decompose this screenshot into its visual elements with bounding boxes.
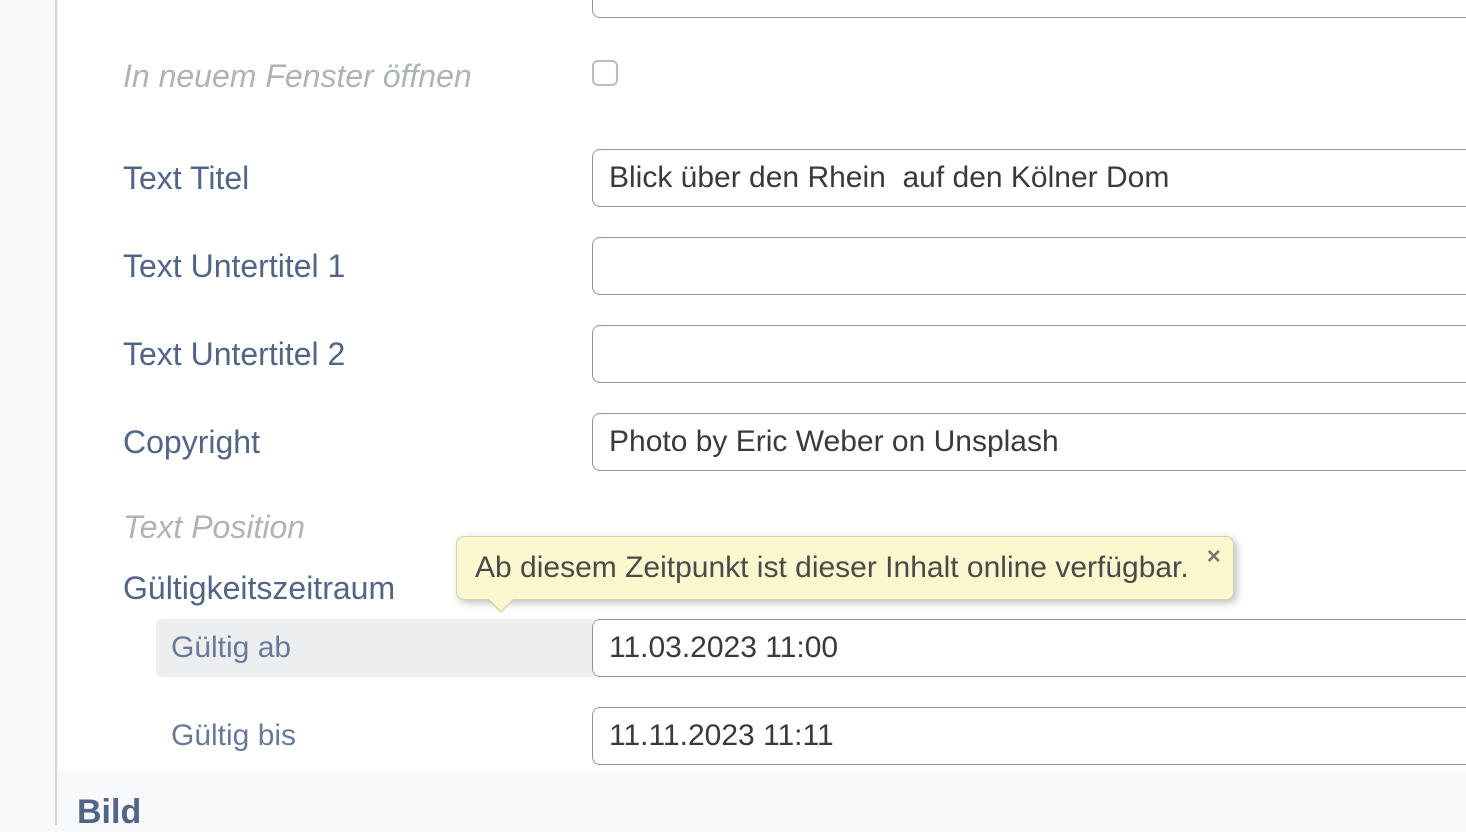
input-valid-from[interactable]: [592, 619, 1466, 677]
input-text-title[interactable]: [592, 149, 1466, 207]
checkbox-open-new-window[interactable]: [592, 60, 618, 86]
label-text-title: Text Titel: [58, 160, 592, 197]
row-copyright: Copyright: [58, 413, 1466, 471]
form-panel: In neuem Fenster öffnen Text Titel Text …: [58, 0, 1466, 770]
row-open-new-window: In neuem Fenster öffnen: [58, 58, 1466, 95]
label-text-subtitle2: Text Untertitel 2: [58, 336, 592, 373]
input-text-subtitle1[interactable]: [592, 237, 1466, 295]
label-text-subtitle1: Text Untertitel 1: [58, 248, 592, 285]
label-validity-header: Gültigkeitszeitraum: [58, 570, 395, 607]
section-heading-image: Bild: [77, 793, 141, 832]
tooltip-close-icon[interactable]: ×: [1207, 543, 1221, 571]
row-text-subtitle2: Text Untertitel 2: [58, 325, 1466, 383]
row-text-title: Text Titel: [58, 149, 1466, 207]
row-top-partial: [58, 0, 1466, 18]
input-text-subtitle2[interactable]: [592, 325, 1466, 383]
row-valid-to: Gültig bis: [58, 707, 1466, 765]
row-valid-from: Gültig ab: [58, 619, 1466, 677]
input-copyright[interactable]: [592, 413, 1466, 471]
input-valid-to[interactable]: [592, 707, 1466, 765]
tooltip-valid-from: Ab diesem Zeitpunkt ist dieser Inhalt on…: [456, 536, 1234, 600]
label-copyright: Copyright: [58, 424, 592, 461]
label-open-new-window: In neuem Fenster öffnen: [58, 58, 592, 95]
tooltip-arrow: [489, 599, 513, 611]
label-valid-from: Gültig ab: [156, 619, 592, 677]
tooltip-text: Ab diesem Zeitpunkt ist dieser Inhalt on…: [475, 551, 1189, 584]
row-text-subtitle1: Text Untertitel 1: [58, 237, 1466, 295]
panel-left-border: [55, 0, 57, 825]
input-top-partial[interactable]: [592, 0, 1466, 18]
label-valid-to: Gültig bis: [58, 707, 592, 765]
